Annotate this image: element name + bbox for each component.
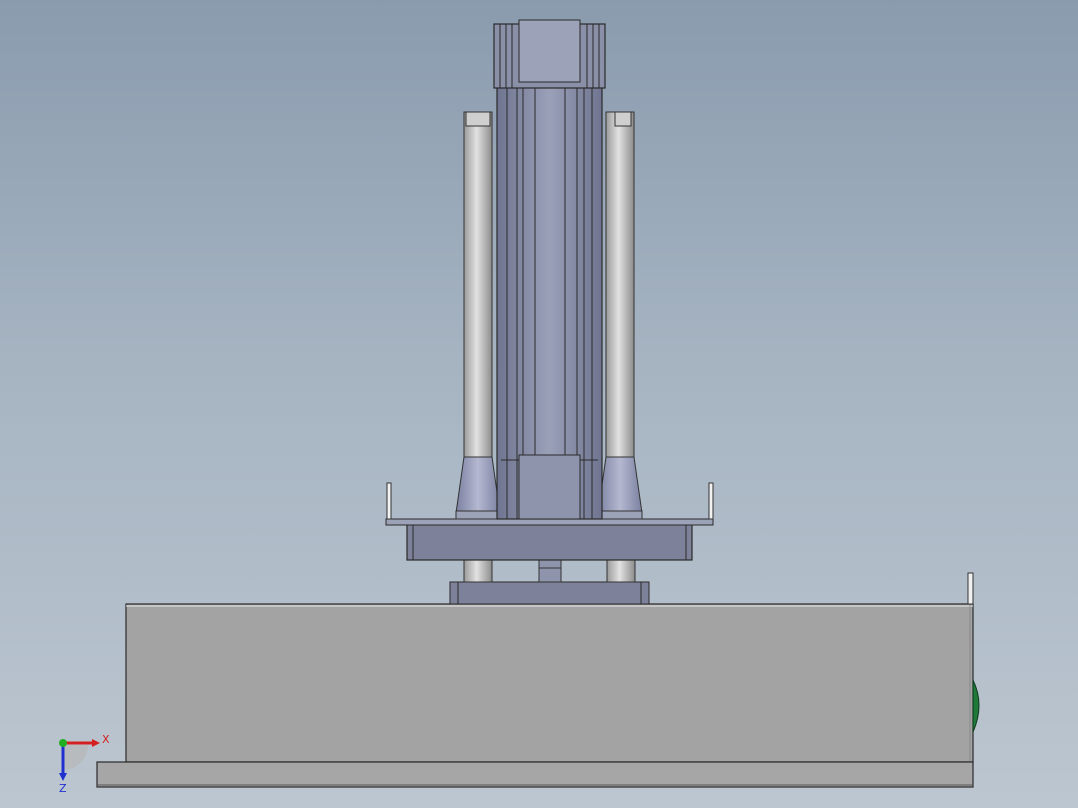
mounting-plate[interactable] [406,523,693,561]
center-shaft [538,559,562,583]
lower-flange[interactable] [449,581,650,605]
lower-rod-right [606,559,636,583]
side-bracket[interactable] [967,572,974,605]
green-knob[interactable] [972,679,980,733]
base-housing[interactable] [125,603,974,763]
lower-rod-left [463,559,493,583]
plate-tab-left [386,482,392,520]
base-plate[interactable] [96,761,974,788]
triad-z-label: Z [59,782,67,795]
plate-tab-right [708,482,714,520]
guide-rod-right[interactable] [597,111,643,520]
actuator-column[interactable] [496,84,603,520]
triad-x-label: X [102,733,110,746]
guide-rod-left[interactable] [455,111,501,520]
motor-cap[interactable] [493,19,606,89]
top-plate[interactable] [385,518,714,526]
cad-viewport[interactable]: X Z [0,0,1078,808]
